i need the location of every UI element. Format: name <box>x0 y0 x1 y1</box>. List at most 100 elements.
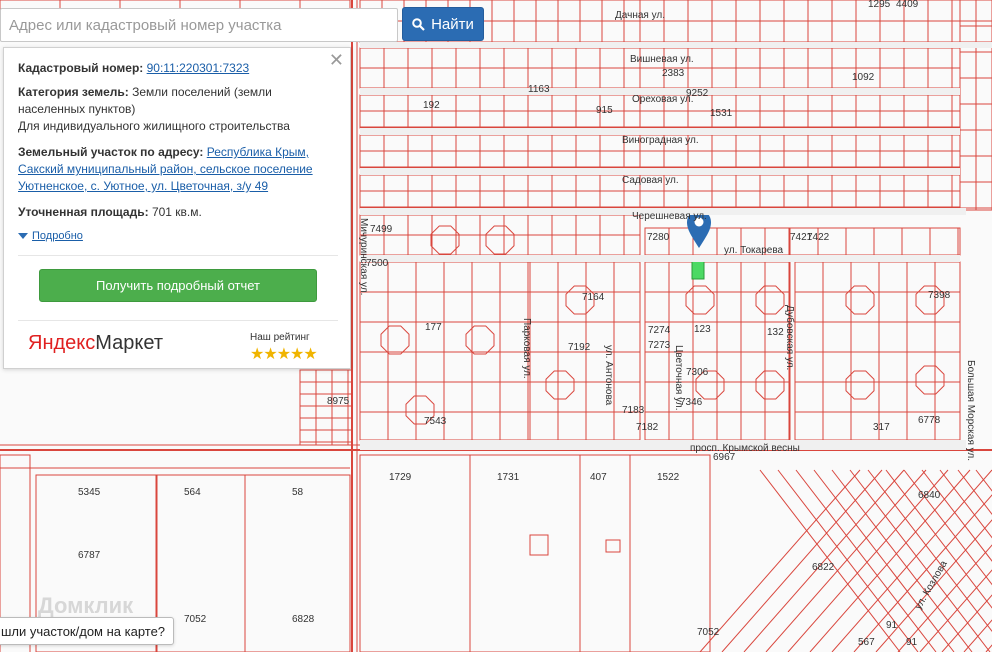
parcel[interactable] <box>407 126 433 129</box>
parcel[interactable] <box>527 206 553 209</box>
parcel[interactable] <box>383 126 409 129</box>
parcel[interactable] <box>639 126 665 129</box>
parcel[interactable] <box>479 166 505 169</box>
parcel[interactable] <box>551 206 577 209</box>
feedback-tooltip[interactable]: шли участок/дом на карте? <box>0 617 175 645</box>
parcel-number: 317 <box>873 422 890 433</box>
parcel-info-panel: ✕ Кадастровый номер: 90:11:220301:7323 К… <box>3 47 351 369</box>
more-details-link[interactable]: Подробно <box>18 230 83 242</box>
parcel[interactable] <box>431 166 457 169</box>
parcel[interactable] <box>807 126 833 129</box>
parcel[interactable] <box>711 166 737 169</box>
parcel[interactable] <box>383 166 409 169</box>
parcel[interactable] <box>783 166 809 169</box>
parcel[interactable] <box>599 206 625 209</box>
street-label: Дубовская ул. <box>784 305 796 370</box>
parcel[interactable] <box>735 166 761 169</box>
parcel[interactable] <box>359 206 385 209</box>
parcel[interactable] <box>431 206 457 209</box>
report-button[interactable]: Получить подробный отчет <box>39 269 317 302</box>
parcel[interactable] <box>663 126 689 129</box>
parcel[interactable] <box>879 206 905 209</box>
parcel[interactable] <box>551 166 577 169</box>
parcel[interactable] <box>711 206 737 209</box>
parcel[interactable] <box>879 166 905 169</box>
parcel[interactable] <box>503 126 529 129</box>
parcel[interactable] <box>663 166 689 169</box>
parcel[interactable] <box>599 166 625 169</box>
yandex-market-logo[interactable]: ЯндексМаркет <box>28 332 163 355</box>
parcel[interactable] <box>431 126 457 129</box>
parcel[interactable] <box>903 126 929 129</box>
parcel[interactable] <box>927 206 953 209</box>
parcel[interactable] <box>687 166 713 169</box>
parcel[interactable] <box>687 206 713 209</box>
parcel[interactable] <box>455 206 481 209</box>
parcel[interactable] <box>903 166 929 169</box>
address-link[interactable]: Республика Крым, <box>207 145 309 159</box>
parcel[interactable] <box>831 206 857 209</box>
parcel[interactable] <box>855 206 881 209</box>
parcel-number: 5345 <box>78 487 101 498</box>
parcel-number: 7499 <box>370 224 393 235</box>
parcel[interactable] <box>759 206 785 209</box>
parcel[interactable] <box>383 206 409 209</box>
parcel-number: 1729 <box>389 472 412 483</box>
parcel[interactable] <box>879 126 905 129</box>
parcel[interactable] <box>783 126 809 129</box>
address-link-2[interactable]: Сакский муниципальный район, сельское по… <box>18 162 313 176</box>
parcel[interactable] <box>807 206 833 209</box>
parcel[interactable] <box>735 206 761 209</box>
parcel[interactable] <box>788 381 791 413</box>
parcel[interactable] <box>455 126 481 129</box>
cadastral-link[interactable]: 90:11:220301:7323 <box>147 61 250 75</box>
parcel[interactable] <box>623 166 641 169</box>
parcel[interactable] <box>735 126 761 129</box>
parcel[interactable] <box>855 126 881 129</box>
parcel[interactable] <box>623 206 641 209</box>
parcel[interactable] <box>759 166 785 169</box>
parcel[interactable] <box>359 166 385 169</box>
parcel[interactable] <box>831 126 857 129</box>
search-button[interactable]: Найти <box>402 7 484 41</box>
parcel[interactable] <box>359 126 385 129</box>
parcel[interactable] <box>687 126 713 129</box>
parcel[interactable] <box>503 166 529 169</box>
parcel[interactable] <box>951 166 961 169</box>
search-input[interactable] <box>0 8 398 42</box>
parcel[interactable] <box>551 126 577 129</box>
parcel[interactable] <box>639 166 665 169</box>
parcel[interactable] <box>407 166 433 169</box>
close-icon[interactable]: ✕ <box>329 51 344 69</box>
parcel[interactable] <box>807 166 833 169</box>
parcel[interactable] <box>503 206 529 209</box>
parcel[interactable] <box>527 166 553 169</box>
parcel-number: 6822 <box>812 562 835 573</box>
parcel[interactable] <box>575 206 601 209</box>
parcel[interactable] <box>575 166 601 169</box>
parcel[interactable] <box>788 411 791 441</box>
parcel[interactable] <box>711 126 737 129</box>
parcel[interactable] <box>831 166 857 169</box>
parcel[interactable] <box>575 126 601 129</box>
address-link-3[interactable]: Уютненское, с. Уютное, ул. Цветочная, з/… <box>18 179 268 193</box>
parcel[interactable] <box>855 166 881 169</box>
parcel[interactable] <box>639 206 665 209</box>
parcel[interactable] <box>927 166 953 169</box>
parcel[interactable] <box>527 126 553 129</box>
parcel[interactable] <box>927 126 953 129</box>
parcel[interactable] <box>783 206 809 209</box>
parcel[interactable] <box>455 166 481 169</box>
parcel[interactable] <box>479 126 505 129</box>
parcel[interactable] <box>663 206 689 209</box>
parcel-number: 7273 <box>648 340 671 351</box>
parcel[interactable] <box>788 261 791 293</box>
parcel[interactable] <box>759 126 785 129</box>
parcel[interactable] <box>951 126 961 129</box>
parcel[interactable] <box>903 206 929 209</box>
parcel[interactable] <box>951 206 961 209</box>
parcel[interactable] <box>407 206 433 209</box>
parcel[interactable] <box>479 206 505 209</box>
parcel[interactable] <box>623 126 641 129</box>
parcel[interactable] <box>599 126 625 129</box>
